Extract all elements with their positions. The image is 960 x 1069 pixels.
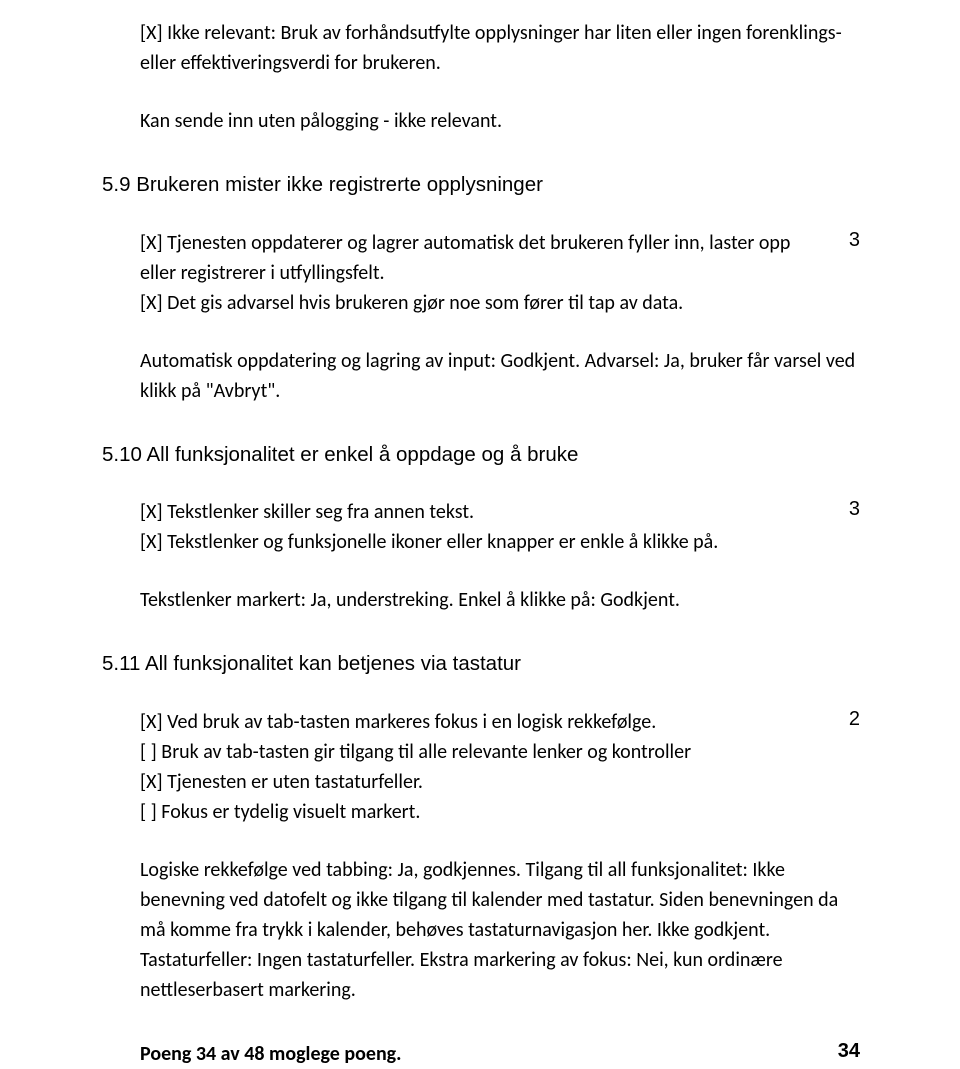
section-note: Logiske rekkefølge ved tabbing: Ja, godk… [140,855,860,1005]
criterion-text: [X] Tekstlenker og funksjonelle ikoner e… [140,527,860,557]
section-score: 3 [836,497,860,521]
section-5-10-title: 5.10 All funksjonalitet er enkel å oppda… [102,440,860,470]
document-page: [X] Ikke relevant: Bruk av forhåndsutfyl… [0,0,960,1069]
section-5-11-title: 5.11 All funksjonalitet kan betjenes via… [102,649,860,679]
total-label: Poeng 34 av 48 moglege poeng. [140,1039,836,1069]
criterion-text: [X] Tekstlenker skiller seg fra annen te… [140,497,836,527]
section-note: Automatisk oppdatering og lagring av inp… [140,346,860,406]
section-note: Tekstlenker markert: Ja, understreking. … [140,585,860,615]
criterion-text: [ ] Bruk av tab-tasten gir tilgang til a… [140,737,860,767]
intro-block: [X] Ikke relevant: Bruk av forhåndsutfyl… [102,18,860,136]
section-5-10-body: [X] Tekstlenker skiller seg fra annen te… [102,497,860,615]
intro-line-2: Kan sende inn uten pålogging - ikke rele… [140,106,860,136]
section-score: 2 [836,707,860,731]
section-5-9-title: 5.9 Brukeren mister ikke registrerte opp… [102,170,860,200]
section-5-9-body: [X] Tjenesten oppdaterer og lagrer autom… [102,228,860,406]
section-5-11-body: [X] Ved bruk av tab-tasten markeres foku… [102,707,860,1005]
criterion-text: [ ] Fokus er tydelig visuelt markert. [140,797,860,827]
intro-line-1: [X] Ikke relevant: Bruk av forhåndsutfyl… [140,18,860,78]
total-score: 34 [836,1039,860,1063]
criterion-text: [X] Det gis advarsel hvis brukeren gjør … [140,288,860,318]
criterion-text: [X] Tjenesten er uten tastaturfeller. [140,767,860,797]
footer-total: Poeng 34 av 48 moglege poeng. 34 [102,1039,860,1069]
section-score: 3 [836,228,860,252]
criterion-text: [X] Tjenesten oppdaterer og lagrer autom… [140,228,836,288]
criterion-text: [X] Ved bruk av tab-tasten markeres foku… [140,707,836,737]
